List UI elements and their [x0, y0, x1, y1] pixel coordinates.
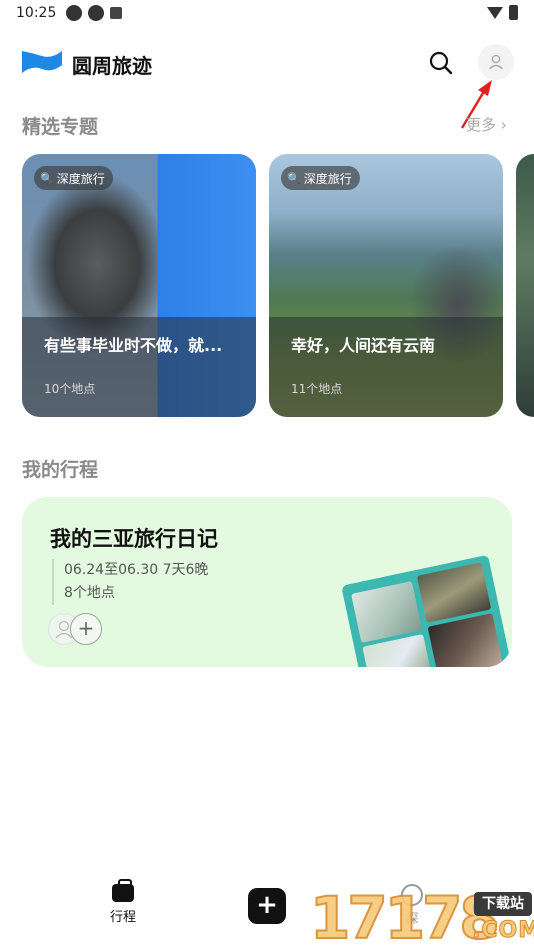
watermark-site: 下载站 — [474, 892, 532, 916]
search-icon: 🔍 — [40, 171, 54, 185]
status-icons-right — [487, 5, 518, 20]
status-bar: 10:25 — [0, 0, 534, 28]
briefcase-icon — [112, 879, 134, 902]
topic-card[interactable]: 🔍 深度旅行 幸好，人间还有云南 11个地点 — [269, 154, 503, 417]
app-header: 圆周旅迹 — [0, 40, 534, 84]
trip-places: 8个地点 — [64, 585, 115, 601]
more-label: 更多 — [466, 116, 497, 134]
watermark-number: 17178 — [309, 884, 501, 950]
topic-card-count: 11个地点 — [291, 382, 343, 396]
search-icon: 🔍 — [287, 171, 301, 185]
trip-members: + — [48, 613, 108, 645]
trip-card[interactable]: 我的三亚旅行日记 06.24至06.30 7天6晚 8个地点 + — [22, 497, 512, 667]
trip-title: 我的三亚旅行日记 — [50, 527, 218, 551]
sync-icon — [66, 5, 82, 21]
more-link[interactable]: 更多 › — [466, 114, 507, 135]
nav-tab-trips-label: 行程 — [109, 910, 136, 925]
featured-section-title: 精选专题 — [22, 116, 99, 138]
topic-card-title: 幸好，人间还有云南 — [291, 336, 436, 355]
trip-photo-collage — [341, 554, 512, 667]
topic-tag-label: 深度旅行 — [303, 171, 352, 186]
add-trip-button[interactable]: + — [248, 888, 286, 924]
notification-icon — [110, 7, 122, 19]
user-profile-button[interactable] — [478, 44, 514, 80]
my-trips-section-title: 我的行程 — [22, 459, 99, 481]
trip-dates: 06.24至06.30 7天6晚 — [64, 562, 209, 578]
topic-tag: 🔍 深度旅行 — [281, 166, 360, 190]
nav-tab-trips[interactable]: 行程 — [98, 879, 148, 925]
search-icon[interactable] — [428, 50, 454, 76]
topic-tag: 🔍 深度旅行 — [34, 166, 113, 190]
watermark-domain: .COM — [471, 918, 534, 944]
watermark-logo: 17178 下载站 .COM — [308, 884, 534, 950]
user-icon — [488, 54, 504, 70]
topic-card-title: 有些事毕业时不做，就... — [44, 336, 223, 355]
topic-card[interactable]: 🔍 深度旅行 有些事毕业时不做，就... 10个地点 — [22, 154, 256, 417]
battery-icon — [509, 5, 518, 20]
app-title: 圆周旅迹 — [72, 54, 152, 78]
topic-tag-label: 深度旅行 — [56, 171, 105, 186]
topic-card-partial[interactable] — [516, 154, 534, 417]
topic-card-count: 10个地点 — [44, 382, 96, 396]
sync-icon — [88, 5, 104, 21]
app-logo-icon — [22, 51, 62, 73]
wifi-icon — [487, 6, 503, 19]
status-time: 10:25 — [16, 5, 57, 21]
add-member-button[interactable]: + — [70, 613, 102, 645]
trip-meta: 06.24至06.30 7天6晚 8个地点 — [52, 559, 208, 605]
status-icons-left — [66, 5, 122, 21]
